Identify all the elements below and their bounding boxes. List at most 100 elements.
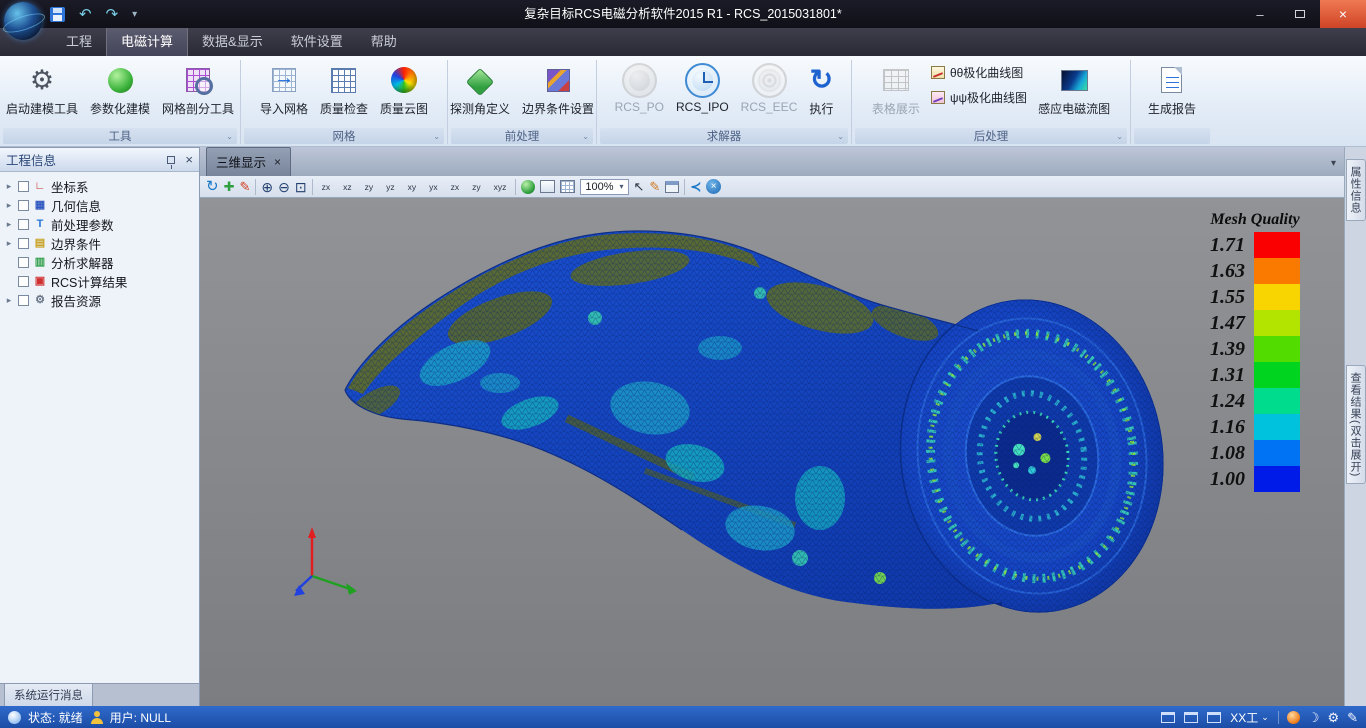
ribbon-group-solver: RCS_PO RCS_IPO RCS_EEC ↻ 执行 求解器⌄ <box>597 56 851 146</box>
quick-access-toolbar: ↶ ↷ ▾ <box>50 0 137 28</box>
quality-check-button[interactable]: 质量检查 <box>315 60 373 120</box>
rcs-eec-button[interactable]: RCS_EEC <box>736 60 803 117</box>
quality-cloud-button[interactable]: 质量云图 <box>375 60 433 120</box>
doc-tabs-menu-caret-icon[interactable]: ▾ <box>1331 158 1336 169</box>
start-modeling-tool-button[interactable]: ⚙ 启动建模工具 <box>1 60 83 120</box>
tree-item-coordinate-system[interactable]: ▸ ∟ 坐标系 <box>4 177 199 196</box>
view-orientation-button[interactable]: xyz <box>490 179 511 195</box>
ribbon-group-mesh: → 导入网格 质量检查 质量云图 网格⌄ <box>241 56 447 146</box>
grid-view-icon[interactable] <box>560 180 575 193</box>
tree-item-analysis-solver[interactable]: ▥ 分析求解器 <box>4 253 199 272</box>
view-orientation-button[interactable]: zy <box>361 179 378 195</box>
zoom-level-dropdown[interactable]: 100%▾ <box>580 179 628 195</box>
execute-button[interactable]: ↻ 执行 <box>804 60 838 120</box>
tree-item-rcs-results[interactable]: ▣ RCS计算结果 <box>4 272 199 291</box>
layout-pane-icon[interactable] <box>1184 712 1198 723</box>
tree-item-boundary-conditions[interactable]: ▸ ▤ 边界条件 <box>4 234 199 253</box>
close-button[interactable]: × <box>1320 0 1366 28</box>
checkbox[interactable] <box>18 238 29 249</box>
legend-row: 1.16 <box>1210 414 1300 440</box>
pin-icon[interactable] <box>167 156 175 164</box>
pen-tool-icon[interactable]: ✎ <box>1347 711 1358 724</box>
geometry-info-icon: ▦ <box>33 200 47 211</box>
pan-icon[interactable]: ✚ <box>224 180 235 193</box>
tab-engineering[interactable]: 工程 <box>52 27 106 56</box>
import-mesh-button[interactable]: → 导入网格 <box>255 60 313 120</box>
settings-gear-icon[interactable]: ⚙ <box>1327 711 1339 724</box>
tab-software-settings[interactable]: 软件设置 <box>277 27 357 56</box>
select-cursor-icon[interactable]: ↖ <box>634 180 645 193</box>
tree-item-geometry-info[interactable]: ▸ ▦ 几何信息 <box>4 196 199 215</box>
draw-icon[interactable]: ✎ <box>239 180 250 193</box>
maximize-button[interactable] <box>1280 0 1320 28</box>
checkbox[interactable] <box>18 276 29 287</box>
app-logo-globe-icon[interactable] <box>4 2 42 40</box>
close-view-icon[interactable]: × <box>706 179 721 194</box>
checkbox[interactable] <box>18 257 29 268</box>
legend-title: Mesh Quality <box>1210 211 1300 229</box>
wireframe-view-icon[interactable] <box>540 180 555 193</box>
minimize-button[interactable]: – <box>1240 0 1280 28</box>
psi-curve-icon <box>931 91 945 104</box>
property-info-vertical-tab[interactable]: 属性信息 <box>1346 159 1366 221</box>
mesh-partition-tool-button[interactable]: 网格剖分工具 <box>157 60 239 120</box>
table-show-button[interactable]: 表格展示 <box>867 60 925 120</box>
ime-logo-icon[interactable] <box>1287 711 1300 724</box>
tab-em-computation[interactable]: 电磁计算 <box>106 26 188 56</box>
zoom-in-icon[interactable]: ⊕ <box>261 180 273 194</box>
rcs-po-button[interactable]: RCS_PO <box>610 60 669 117</box>
view-orientation-button[interactable]: xz <box>339 179 356 195</box>
checkbox[interactable] <box>18 200 29 211</box>
save-icon[interactable] <box>50 7 65 22</box>
view-orientation-button[interactable]: xy <box>404 179 421 195</box>
orbit-icon[interactable]: ↻ <box>206 179 219 194</box>
view-orientation-button[interactable]: zy <box>468 179 485 195</box>
3d-canvas[interactable]: Mesh Quality 1.71 1.63 1.55 1.47 1.39 1.… <box>200 198 1344 706</box>
legend-row: 1.00 <box>1210 466 1300 492</box>
view-orientation-button[interactable]: yz <box>382 179 399 195</box>
tab-data-display[interactable]: 数据&显示 <box>188 27 277 56</box>
system-messages-tab[interactable]: 系统运行消息 <box>4 684 93 708</box>
report-resources-icon: ⚙ <box>33 295 47 306</box>
panel-close-icon[interactable]: × <box>185 153 193 166</box>
generate-report-button[interactable]: 生成报告 <box>1143 60 1201 120</box>
view-orientation-button[interactable]: yx <box>425 179 442 195</box>
layout-pane-icon[interactable] <box>1207 712 1221 723</box>
zoom-out-icon[interactable]: ⊖ <box>278 180 290 194</box>
parametric-modeling-button[interactable]: 参数化建模 <box>85 60 155 120</box>
rcs-ipo-button[interactable]: RCS_IPO <box>671 60 734 117</box>
qat-caret-icon[interactable]: ▾ <box>132 9 137 20</box>
tab-help[interactable]: 帮助 <box>357 27 411 56</box>
redo-icon[interactable]: ↷ <box>106 7 119 22</box>
moon-icon[interactable]: ☽ <box>1308 711 1320 724</box>
layout-pane-icon[interactable] <box>1161 712 1175 723</box>
ime-label[interactable]: XX工 ⌄ <box>1230 709 1269 726</box>
undo-icon[interactable]: ↶ <box>79 7 92 22</box>
share-icon[interactable]: ≺ <box>690 180 701 193</box>
view-orientation-button[interactable]: zx <box>318 179 335 195</box>
induced-current-map-button[interactable]: 感应电磁流图 <box>1033 60 1115 120</box>
shaded-view-icon[interactable] <box>521 180 535 194</box>
table-icon <box>883 69 909 91</box>
checkbox[interactable] <box>18 181 29 192</box>
legend-row: 1.39 <box>1210 336 1300 362</box>
tree-item-preprocess-params[interactable]: ▸ T 前处理参数 <box>4 215 199 234</box>
window-layout-icon[interactable] <box>665 181 679 193</box>
tab-close-icon[interactable]: × <box>274 155 281 169</box>
theta-polarization-curve-button[interactable]: θθ极化曲线图 <box>931 64 1027 81</box>
zoom-fit-icon[interactable]: ⊡ <box>295 180 307 194</box>
annotate-pen-icon[interactable]: ✎ <box>649 180 660 193</box>
checkbox[interactable] <box>18 295 29 306</box>
psi-polarization-curve-button[interactable]: ψψ极化曲线图 <box>931 89 1027 106</box>
view-results-vertical-tab[interactable]: 查看结果(双击展开) <box>1346 365 1366 484</box>
boundary-setting-button[interactable]: 边界条件设置 <box>517 60 599 120</box>
tree-item-report-resources[interactable]: ▸ ⚙ 报告资源 <box>4 291 199 310</box>
checkbox[interactable] <box>18 219 29 230</box>
probe-angle-button[interactable]: 探测角定义 <box>445 60 515 120</box>
rcs-ipo-icon <box>685 63 720 98</box>
tab-3d-display[interactable]: 三维显示 × <box>206 147 291 176</box>
legend-row: 1.31 <box>1210 362 1300 388</box>
view-orientation-button[interactable]: zx <box>447 179 464 195</box>
preprocess-params-icon: T <box>33 219 47 230</box>
quality-cloud-icon <box>391 67 417 93</box>
